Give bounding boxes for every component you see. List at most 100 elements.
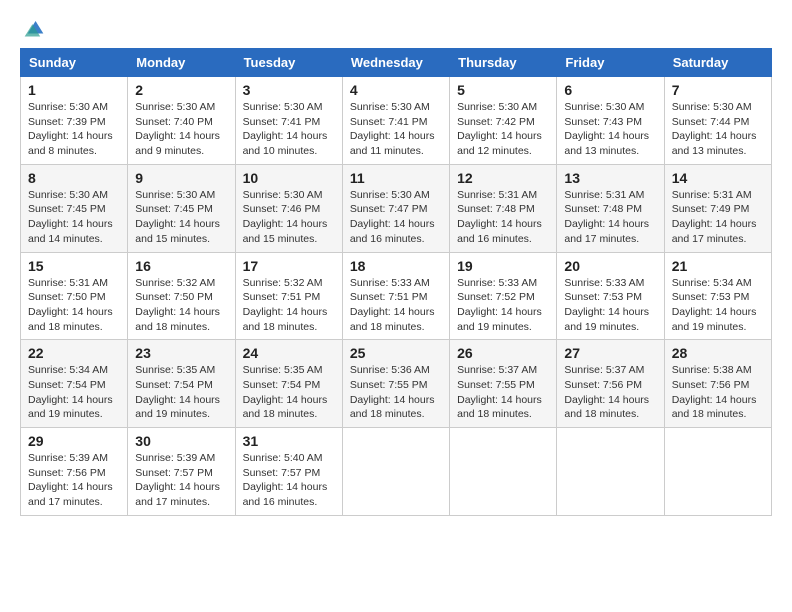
day-number: 3 <box>243 82 335 98</box>
day-info: Sunrise: 5:30 AM Sunset: 7:45 PM Dayligh… <box>135 188 227 247</box>
day-number: 29 <box>28 433 120 449</box>
calendar-cell: 10 Sunrise: 5:30 AM Sunset: 7:46 PM Dayl… <box>235 164 342 252</box>
calendar-cell: 1 Sunrise: 5:30 AM Sunset: 7:39 PM Dayli… <box>21 77 128 165</box>
day-info: Sunrise: 5:30 AM Sunset: 7:47 PM Dayligh… <box>350 188 442 247</box>
calendar-cell: 14 Sunrise: 5:31 AM Sunset: 7:49 PM Dayl… <box>664 164 771 252</box>
calendar-week-4: 22 Sunrise: 5:34 AM Sunset: 7:54 PM Dayl… <box>21 340 772 428</box>
weekday-header-tuesday: Tuesday <box>235 49 342 77</box>
day-number: 22 <box>28 345 120 361</box>
calendar-cell: 3 Sunrise: 5:30 AM Sunset: 7:41 PM Dayli… <box>235 77 342 165</box>
day-number: 24 <box>243 345 335 361</box>
day-number: 28 <box>672 345 764 361</box>
day-info: Sunrise: 5:30 AM Sunset: 7:45 PM Dayligh… <box>28 188 120 247</box>
day-number: 15 <box>28 258 120 274</box>
calendar-cell: 30 Sunrise: 5:39 AM Sunset: 7:57 PM Dayl… <box>128 428 235 516</box>
weekday-header-friday: Friday <box>557 49 664 77</box>
calendar-cell: 28 Sunrise: 5:38 AM Sunset: 7:56 PM Dayl… <box>664 340 771 428</box>
calendar-cell: 26 Sunrise: 5:37 AM Sunset: 7:55 PM Dayl… <box>450 340 557 428</box>
day-number: 31 <box>243 433 335 449</box>
day-number: 8 <box>28 170 120 186</box>
header <box>20 16 772 40</box>
day-info: Sunrise: 5:30 AM Sunset: 7:43 PM Dayligh… <box>564 100 656 159</box>
calendar-cell: 15 Sunrise: 5:31 AM Sunset: 7:50 PM Dayl… <box>21 252 128 340</box>
day-info: Sunrise: 5:32 AM Sunset: 7:51 PM Dayligh… <box>243 276 335 335</box>
weekday-header-row: SundayMondayTuesdayWednesdayThursdayFrid… <box>21 49 772 77</box>
day-info: Sunrise: 5:31 AM Sunset: 7:48 PM Dayligh… <box>457 188 549 247</box>
calendar-cell <box>342 428 449 516</box>
day-info: Sunrise: 5:33 AM Sunset: 7:53 PM Dayligh… <box>564 276 656 335</box>
weekday-header-saturday: Saturday <box>664 49 771 77</box>
day-info: Sunrise: 5:36 AM Sunset: 7:55 PM Dayligh… <box>350 363 442 422</box>
day-number: 19 <box>457 258 549 274</box>
calendar-cell: 25 Sunrise: 5:36 AM Sunset: 7:55 PM Dayl… <box>342 340 449 428</box>
day-info: Sunrise: 5:34 AM Sunset: 7:54 PM Dayligh… <box>28 363 120 422</box>
calendar-cell: 5 Sunrise: 5:30 AM Sunset: 7:42 PM Dayli… <box>450 77 557 165</box>
day-number: 7 <box>672 82 764 98</box>
day-info: Sunrise: 5:34 AM Sunset: 7:53 PM Dayligh… <box>672 276 764 335</box>
calendar-cell: 21 Sunrise: 5:34 AM Sunset: 7:53 PM Dayl… <box>664 252 771 340</box>
calendar-cell <box>664 428 771 516</box>
calendar-cell <box>450 428 557 516</box>
day-number: 4 <box>350 82 442 98</box>
day-info: Sunrise: 5:35 AM Sunset: 7:54 PM Dayligh… <box>243 363 335 422</box>
day-number: 14 <box>672 170 764 186</box>
calendar-cell: 4 Sunrise: 5:30 AM Sunset: 7:41 PM Dayli… <box>342 77 449 165</box>
day-info: Sunrise: 5:30 AM Sunset: 7:41 PM Dayligh… <box>243 100 335 159</box>
calendar-cell: 13 Sunrise: 5:31 AM Sunset: 7:48 PM Dayl… <box>557 164 664 252</box>
day-number: 10 <box>243 170 335 186</box>
calendar-cell <box>557 428 664 516</box>
calendar-cell: 29 Sunrise: 5:39 AM Sunset: 7:56 PM Dayl… <box>21 428 128 516</box>
day-number: 9 <box>135 170 227 186</box>
weekday-header-thursday: Thursday <box>450 49 557 77</box>
day-info: Sunrise: 5:35 AM Sunset: 7:54 PM Dayligh… <box>135 363 227 422</box>
logo-icon <box>20 16 48 40</box>
day-number: 5 <box>457 82 549 98</box>
calendar-cell: 9 Sunrise: 5:30 AM Sunset: 7:45 PM Dayli… <box>128 164 235 252</box>
day-info: Sunrise: 5:38 AM Sunset: 7:56 PM Dayligh… <box>672 363 764 422</box>
day-info: Sunrise: 5:31 AM Sunset: 7:49 PM Dayligh… <box>672 188 764 247</box>
day-info: Sunrise: 5:37 AM Sunset: 7:56 PM Dayligh… <box>564 363 656 422</box>
weekday-header-wednesday: Wednesday <box>342 49 449 77</box>
day-info: Sunrise: 5:31 AM Sunset: 7:50 PM Dayligh… <box>28 276 120 335</box>
calendar-cell: 18 Sunrise: 5:33 AM Sunset: 7:51 PM Dayl… <box>342 252 449 340</box>
calendar-week-5: 29 Sunrise: 5:39 AM Sunset: 7:56 PM Dayl… <box>21 428 772 516</box>
day-info: Sunrise: 5:33 AM Sunset: 7:51 PM Dayligh… <box>350 276 442 335</box>
calendar-cell: 20 Sunrise: 5:33 AM Sunset: 7:53 PM Dayl… <box>557 252 664 340</box>
calendar-cell: 8 Sunrise: 5:30 AM Sunset: 7:45 PM Dayli… <box>21 164 128 252</box>
calendar-week-1: 1 Sunrise: 5:30 AM Sunset: 7:39 PM Dayli… <box>21 77 772 165</box>
calendar-cell: 17 Sunrise: 5:32 AM Sunset: 7:51 PM Dayl… <box>235 252 342 340</box>
day-info: Sunrise: 5:30 AM Sunset: 7:46 PM Dayligh… <box>243 188 335 247</box>
calendar-cell: 16 Sunrise: 5:32 AM Sunset: 7:50 PM Dayl… <box>128 252 235 340</box>
day-info: Sunrise: 5:30 AM Sunset: 7:41 PM Dayligh… <box>350 100 442 159</box>
day-number: 30 <box>135 433 227 449</box>
weekday-header-monday: Monday <box>128 49 235 77</box>
calendar-cell: 12 Sunrise: 5:31 AM Sunset: 7:48 PM Dayl… <box>450 164 557 252</box>
day-number: 6 <box>564 82 656 98</box>
day-number: 25 <box>350 345 442 361</box>
day-info: Sunrise: 5:30 AM Sunset: 7:39 PM Dayligh… <box>28 100 120 159</box>
calendar-week-3: 15 Sunrise: 5:31 AM Sunset: 7:50 PM Dayl… <box>21 252 772 340</box>
calendar-cell: 11 Sunrise: 5:30 AM Sunset: 7:47 PM Dayl… <box>342 164 449 252</box>
calendar-cell: 2 Sunrise: 5:30 AM Sunset: 7:40 PM Dayli… <box>128 77 235 165</box>
day-number: 20 <box>564 258 656 274</box>
day-info: Sunrise: 5:40 AM Sunset: 7:57 PM Dayligh… <box>243 451 335 510</box>
day-number: 11 <box>350 170 442 186</box>
calendar-cell: 7 Sunrise: 5:30 AM Sunset: 7:44 PM Dayli… <box>664 77 771 165</box>
calendar-cell: 24 Sunrise: 5:35 AM Sunset: 7:54 PM Dayl… <box>235 340 342 428</box>
day-info: Sunrise: 5:37 AM Sunset: 7:55 PM Dayligh… <box>457 363 549 422</box>
calendar-cell: 31 Sunrise: 5:40 AM Sunset: 7:57 PM Dayl… <box>235 428 342 516</box>
calendar-cell: 6 Sunrise: 5:30 AM Sunset: 7:43 PM Dayli… <box>557 77 664 165</box>
day-number: 23 <box>135 345 227 361</box>
calendar-cell: 22 Sunrise: 5:34 AM Sunset: 7:54 PM Dayl… <box>21 340 128 428</box>
day-number: 27 <box>564 345 656 361</box>
day-info: Sunrise: 5:39 AM Sunset: 7:57 PM Dayligh… <box>135 451 227 510</box>
day-number: 18 <box>350 258 442 274</box>
day-number: 17 <box>243 258 335 274</box>
day-number: 16 <box>135 258 227 274</box>
weekday-header-sunday: Sunday <box>21 49 128 77</box>
calendar-cell: 27 Sunrise: 5:37 AM Sunset: 7:56 PM Dayl… <box>557 340 664 428</box>
day-info: Sunrise: 5:30 AM Sunset: 7:42 PM Dayligh… <box>457 100 549 159</box>
day-info: Sunrise: 5:33 AM Sunset: 7:52 PM Dayligh… <box>457 276 549 335</box>
calendar-cell: 23 Sunrise: 5:35 AM Sunset: 7:54 PM Dayl… <box>128 340 235 428</box>
day-number: 1 <box>28 82 120 98</box>
